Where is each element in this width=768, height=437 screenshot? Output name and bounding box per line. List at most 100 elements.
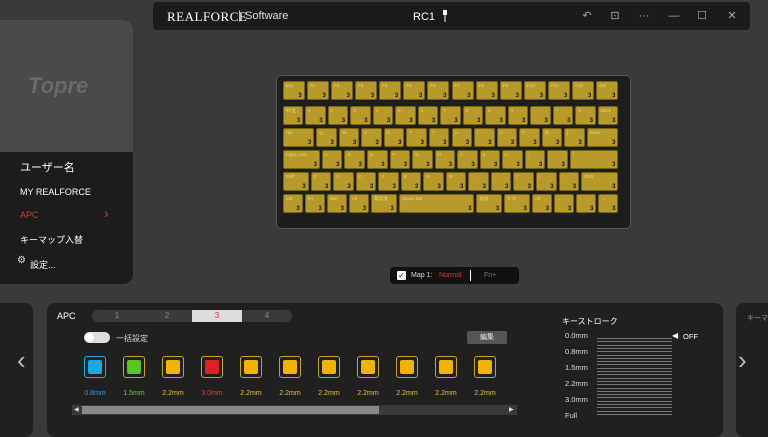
key[interactable]: F1 3 <box>306 81 329 100</box>
key[interactable]: ↓ 3 <box>576 194 597 213</box>
key[interactable]: 63 <box>417 106 439 125</box>
key[interactable]: I3 <box>474 128 495 147</box>
key[interactable]: S3 <box>344 150 365 169</box>
key[interactable]: .3 <box>490 172 512 191</box>
key[interactable]: B3 <box>400 172 422 191</box>
key[interactable]: @3 <box>541 128 563 147</box>
save-icon[interactable]: ⊡ <box>606 8 624 24</box>
sidebar-item-my-realforce[interactable]: MY REALFORCE <box>20 187 91 197</box>
key[interactable]: Space Bar 3 <box>398 194 475 213</box>
key[interactable]: Del 3 <box>596 81 619 100</box>
apc-swatch[interactable] <box>279 356 301 378</box>
key[interactable]: L3 <box>502 150 523 169</box>
key[interactable]: F8 3 <box>475 81 498 100</box>
key[interactable]: F4 3 <box>379 81 402 100</box>
close-icon[interactable]: ✕ <box>723 8 741 24</box>
scroll-left-icon[interactable]: ◀ <box>74 406 79 413</box>
apc-swatch[interactable] <box>435 356 457 378</box>
key[interactable]: C3 <box>355 172 377 191</box>
key[interactable]: 83 <box>462 106 484 125</box>
undo-icon[interactable]: ↶ <box>578 8 596 24</box>
key[interactable]: ↑ 3 <box>558 172 580 191</box>
tab-4[interactable]: 4 <box>242 310 292 322</box>
key[interactable]: /3 <box>513 172 534 191</box>
key[interactable]: J3 <box>457 150 478 169</box>
key[interactable]: 93 <box>485 106 506 125</box>
key[interactable]: F2 3 <box>330 81 353 100</box>
map-fn[interactable]: Fn+ <box>484 272 496 279</box>
key[interactable]: ¥3 <box>575 106 596 125</box>
sidebar-item-settings[interactable]: 設定... <box>30 258 56 271</box>
key[interactable]: Z3 <box>310 172 332 191</box>
key[interactable]: N3 <box>423 172 444 191</box>
key[interactable]: F10 3 <box>523 81 547 100</box>
key[interactable]: [3 <box>564 128 585 147</box>
key[interactable]: Ctrl 3 <box>282 194 303 213</box>
scroll-right-icon[interactable]: ▶ <box>509 406 514 413</box>
key[interactable]: Esc 3 <box>282 81 305 100</box>
key[interactable]: :3 <box>547 150 568 169</box>
key[interactable]: F5 3 <box>403 81 426 100</box>
key[interactable]: H3 <box>434 150 456 169</box>
key[interactable]: \ 3 <box>536 172 557 191</box>
apc-swatch[interactable] <box>123 356 145 378</box>
sidebar-item-keymap[interactable]: キーマップ入替 <box>20 233 83 246</box>
key[interactable]: Enter 3 <box>586 128 619 147</box>
key[interactable]: X3 <box>333 172 354 191</box>
key[interactable]: → 3 <box>598 194 619 213</box>
map-checkbox[interactable]: ✓ <box>397 271 406 280</box>
bulk-toggle[interactable] <box>84 332 110 343</box>
key[interactable]: かな 3 <box>504 194 530 213</box>
key[interactable]: G3 <box>412 150 433 169</box>
apc-swatch[interactable] <box>201 356 223 378</box>
apc-swatch[interactable] <box>162 356 184 378</box>
sidebar-item-apc[interactable]: APC <box>20 210 39 220</box>
key[interactable]: T3 <box>406 128 427 147</box>
key[interactable]: ,3 <box>468 172 489 191</box>
key[interactable]: Back 3 <box>597 106 619 125</box>
key[interactable]: W3 <box>338 128 360 147</box>
apc-swatch[interactable] <box>318 356 340 378</box>
sidebar-item-username[interactable]: ユーザー名 <box>20 159 75 175</box>
key[interactable]: R3 <box>383 128 405 147</box>
key[interactable]: F12 3 <box>572 81 595 100</box>
next-arrow-icon[interactable]: › <box>738 345 752 375</box>
key[interactable]: 03 <box>507 106 529 125</box>
key[interactable]: Alt 3 <box>531 194 552 213</box>
key[interactable]: F6 3 <box>427 81 450 100</box>
apc-swatch[interactable] <box>474 356 496 378</box>
prev-arrow-icon[interactable]: ‹ <box>17 345 31 375</box>
key[interactable]: 73 <box>440 106 461 125</box>
tab-1[interactable]: 1 <box>92 310 142 322</box>
key[interactable]: F11 3 <box>548 81 571 100</box>
map-normal[interactable]: Normal <box>439 272 462 279</box>
horizontal-scrollbar[interactable]: ◀ ▶ <box>72 405 517 415</box>
tab-2[interactable]: 2 <box>142 310 192 322</box>
key[interactable]: 33 <box>350 106 371 125</box>
key[interactable]: A3 <box>321 150 343 169</box>
key[interactable]: -3 <box>530 106 551 125</box>
key[interactable]: Q3 <box>316 128 337 147</box>
key[interactable]: F7 3 <box>451 81 474 100</box>
key[interactable]: M3 <box>445 172 467 191</box>
edit-button[interactable]: 編集 <box>467 331 507 344</box>
apc-swatch[interactable] <box>396 356 418 378</box>
key[interactable]: ] 3 <box>569 150 619 169</box>
key[interactable]: Shift 3 <box>282 172 309 191</box>
key[interactable]: 43 <box>372 106 394 125</box>
more-icon[interactable]: ··· <box>635 8 653 24</box>
key[interactable]: Shift 3 <box>581 172 619 191</box>
minimize-icon[interactable]: — <box>665 8 683 24</box>
apc-swatch[interactable] <box>75 347 117 389</box>
key[interactable]: Caps Lock 3 <box>282 150 320 169</box>
maximize-icon[interactable]: ☐ <box>693 8 711 24</box>
key[interactable]: E3 <box>361 128 382 147</box>
tab-3[interactable]: 3 <box>192 310 242 322</box>
key[interactable]: 半/全 3 <box>282 106 304 125</box>
apc-swatch[interactable] <box>357 356 379 378</box>
key[interactable]: 変換 3 <box>476 194 503 213</box>
key[interactable]: K3 <box>479 150 501 169</box>
scroll-thumb[interactable] <box>82 406 379 414</box>
key[interactable]: F3 <box>389 150 411 169</box>
key[interactable]: Tab 3 <box>282 128 315 147</box>
